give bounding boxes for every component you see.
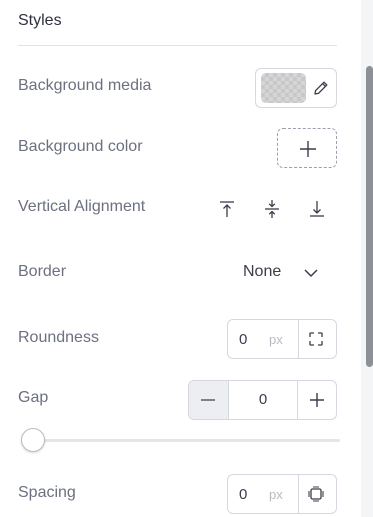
align-top-icon[interactable] — [217, 199, 237, 219]
background-color-label: Background color — [18, 138, 143, 155]
background-media-label: Background media — [18, 77, 152, 94]
roundness-value[interactable]: 0 — [239, 331, 247, 348]
spacing-separator — [298, 475, 299, 513]
align-bottom-icon[interactable] — [307, 199, 327, 219]
corners-icon[interactable] — [307, 330, 325, 348]
align-center-icon[interactable] — [262, 199, 282, 219]
roundness-separator — [298, 320, 299, 358]
chevron-down-icon[interactable] — [302, 264, 320, 282]
plus-icon — [310, 393, 324, 407]
spacing-input[interactable]: 0 px — [227, 474, 337, 514]
border-label: Border — [18, 263, 67, 280]
gap-slider-thumb[interactable] — [21, 428, 45, 452]
plus-icon — [300, 141, 316, 157]
gap-label: Gap — [18, 389, 49, 406]
section-title: Styles — [18, 12, 62, 29]
gap-stepper[interactable]: 0 — [188, 380, 337, 420]
section-divider — [18, 45, 337, 46]
gap-decrement-button[interactable] — [189, 381, 229, 419]
gap-value[interactable]: 0 — [229, 381, 297, 419]
spacing-value[interactable]: 0 — [239, 486, 247, 503]
scrollbar-thumb[interactable] — [366, 66, 373, 367]
minus-icon — [201, 399, 215, 401]
spacing-unit: px — [269, 487, 283, 502]
gap-increment-button[interactable] — [297, 381, 336, 419]
border-select-value[interactable]: None — [243, 263, 281, 281]
add-background-color-button[interactable] — [277, 128, 337, 168]
spacing-label: Spacing — [18, 484, 76, 501]
styles-panel: Styles Background media Background color… — [0, 0, 373, 517]
roundness-unit: px — [269, 332, 283, 347]
media-preview-thumbnail[interactable] — [261, 73, 306, 103]
padding-icon[interactable] — [307, 485, 325, 503]
roundness-input[interactable]: 0 px — [227, 319, 337, 359]
pencil-icon[interactable] — [312, 79, 330, 97]
background-media-picker[interactable] — [255, 68, 337, 108]
roundness-label: Roundness — [18, 329, 99, 346]
gap-slider-track[interactable] — [22, 439, 340, 442]
vertical-alignment-label: Vertical Alignment — [18, 198, 146, 215]
